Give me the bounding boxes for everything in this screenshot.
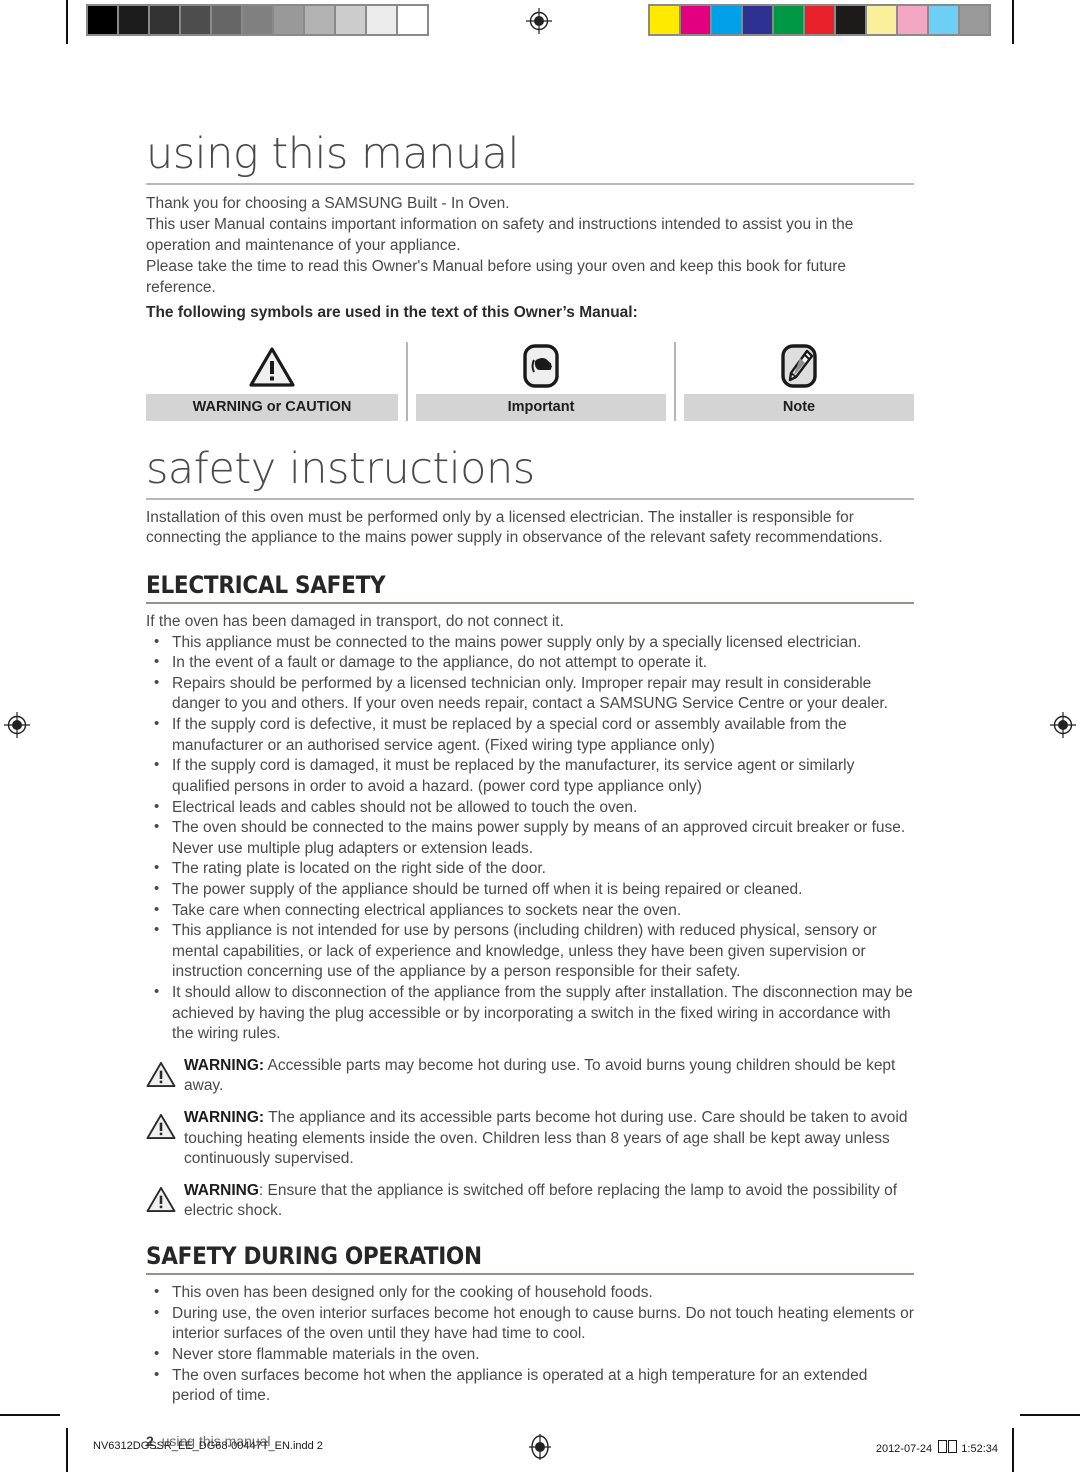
bullet-item: This appliance is not intended for use b… — [146, 920, 914, 983]
intro-line: This user Manual contains important info… — [146, 216, 854, 254]
symbol-legend: WARNING or CAUTION Important Note — [146, 341, 914, 421]
intro-line: Please take the time to read this Owner'… — [146, 257, 846, 296]
warning-triangle-icon — [146, 1056, 184, 1097]
bullet-item: This oven has been designed only for the… — [146, 1282, 914, 1304]
bullet-item: Take care when connecting electrical app… — [146, 900, 914, 922]
bullet-item: Never store flammable materials in the o… — [146, 1344, 914, 1366]
bullet-item: It should allow to disconnection of the … — [146, 982, 914, 1045]
warning-label: WARNING — [184, 1181, 259, 1199]
bullet-item: The oven surfaces become hot when the ap… — [146, 1365, 914, 1407]
intro-line: Thank you for choosing a SAMSUNG Built -… — [146, 195, 510, 213]
electrical-safety-lead: If the oven has been damaged in transpor… — [146, 612, 914, 633]
warning-text: WARNING: Ensure that the appliance is sw… — [184, 1181, 898, 1220]
legend-item-note: Note — [676, 342, 914, 421]
electrical-safety-section: ELECTRICAL SAFETY If the oven has been d… — [146, 571, 914, 1222]
symbols-lead-text: The following symbols are used in the te… — [146, 303, 638, 321]
bullet-item: Repairs should be performed by a license… — [146, 673, 914, 715]
slug-timestamp: 2012-07-24 1:52:34 — [876, 1440, 998, 1455]
warning-text: WARNING: The appliance and its accessibl… — [184, 1109, 908, 1168]
warning-text: WARNING: Accessible parts may become hot… — [184, 1056, 896, 1095]
warning-label: WARNING: — [184, 1056, 265, 1074]
bullet-item: During use, the oven interior surfaces b… — [146, 1303, 914, 1345]
electrical-safety-lead-text: If the oven has been damaged in transpor… — [146, 613, 564, 631]
manual-page: using this manual Thank you for choosing… — [0, 0, 1080, 1472]
warning-block: WARNING: Accessible parts may become hot… — [146, 1056, 914, 1097]
bullet-item: In the event of a fault or damage to the… — [146, 652, 914, 674]
warning-triangle-icon — [146, 1181, 184, 1222]
safety-during-operation-heading: SAFETY DURING OPERATION — [146, 1242, 914, 1276]
safety-intro-paragraph: Installation of this oven must be perfor… — [146, 508, 914, 549]
print-slug: NV6312DGSSR_EE_DG68-00447T_EN.indd 2 201… — [0, 1426, 1080, 1472]
slug-date: 2012-07-24 — [875, 1443, 933, 1455]
pointing-hand-icon — [521, 342, 561, 388]
page-title: using this manual — [146, 131, 914, 186]
bullet-item: The power supply of the appliance should… — [146, 879, 914, 901]
page-content: using this manual Thank you for choosing… — [146, 131, 914, 1449]
slug-filename: NV6312DGSSR_EE_DG68-00447T_EN.indd 2 — [93, 1440, 323, 1452]
intro-paragraphs: Thank you for choosing a SAMSUNG Built -… — [146, 194, 914, 299]
electrical-safety-warning-list: WARNING: Accessible parts may become hot… — [146, 1056, 914, 1222]
safety-during-operation-section: SAFETY DURING OPERATION This oven has be… — [146, 1242, 914, 1407]
bullet-item: The oven should be connected to the main… — [146, 817, 914, 859]
slug-time-value: 1:52:34 — [961, 1443, 998, 1455]
warning-triangle-icon — [146, 1108, 184, 1170]
pencil-note-icon — [779, 342, 819, 388]
bullet-item: This appliance must be connected to the … — [146, 632, 914, 654]
legend-label: WARNING or CAUTION — [146, 393, 398, 421]
legend-label: Note — [684, 393, 914, 421]
safety-during-operation-bullet-list: This oven has been designed only for the… — [146, 1282, 914, 1407]
bullet-item: The rating plate is located on the right… — [146, 858, 914, 880]
safety-instructions-title: safety instructions — [146, 446, 914, 500]
warning-label: WARNING: — [184, 1109, 265, 1127]
warning-block: WARNING: The appliance and its accessibl… — [146, 1108, 914, 1170]
bullet-item: If the supply cord is damaged, it must b… — [146, 755, 914, 797]
warning-triangle-icon — [249, 342, 295, 388]
legend-item-important: Important — [408, 341, 676, 421]
legend-item-warning: WARNING or CAUTION — [146, 341, 408, 421]
registration-target-icon-bottom — [527, 1434, 553, 1460]
warning-block: WARNING: Ensure that the appliance is sw… — [146, 1181, 914, 1222]
safety-intro-text: Installation of this oven must be perfor… — [146, 508, 883, 547]
missing-glyph-box — [938, 1440, 948, 1453]
missing-glyph-box — [948, 1440, 958, 1453]
electrical-safety-heading: ELECTRICAL SAFETY — [146, 571, 914, 605]
legend-label: Important — [416, 393, 666, 421]
electrical-safety-bullet-list: This appliance must be connected to the … — [146, 632, 914, 1045]
bullet-item: If the supply cord is defective, it must… — [146, 714, 914, 756]
bullet-item: Electrical leads and cables should not b… — [146, 797, 914, 819]
